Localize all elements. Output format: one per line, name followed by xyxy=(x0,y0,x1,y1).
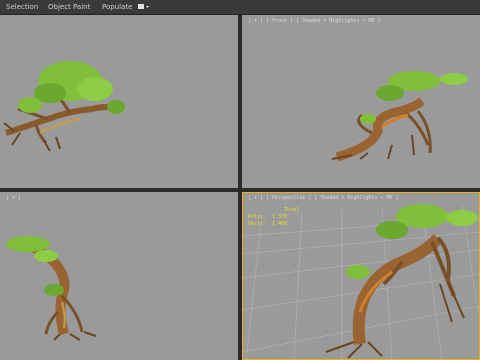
menu-selection[interactable]: Selection xyxy=(6,2,38,12)
menu-populate[interactable]: Populate xyxy=(102,2,132,12)
ribbon-menubar: Selection Object Paint Populate xyxy=(0,0,480,15)
tree-model-front xyxy=(331,71,468,162)
menu-object-paint[interactable]: Object Paint xyxy=(48,2,90,12)
tree-model-top xyxy=(3,61,125,152)
viewport-top-left[interactable] xyxy=(0,15,238,188)
tree-model-left xyxy=(6,236,97,341)
tree-model-perspective xyxy=(325,204,478,359)
viewport-front[interactable]: [ + ] [ Front ] [ Shaded + Highlights + … xyxy=(242,15,480,188)
viewport-perspective[interactable]: [ + ] [ Perspective ] [ Shaded + Highlig… xyxy=(242,192,480,360)
viewport-left[interactable]: [ + ] xyxy=(0,192,238,360)
camera-dropdown-icon[interactable] xyxy=(138,3,150,11)
